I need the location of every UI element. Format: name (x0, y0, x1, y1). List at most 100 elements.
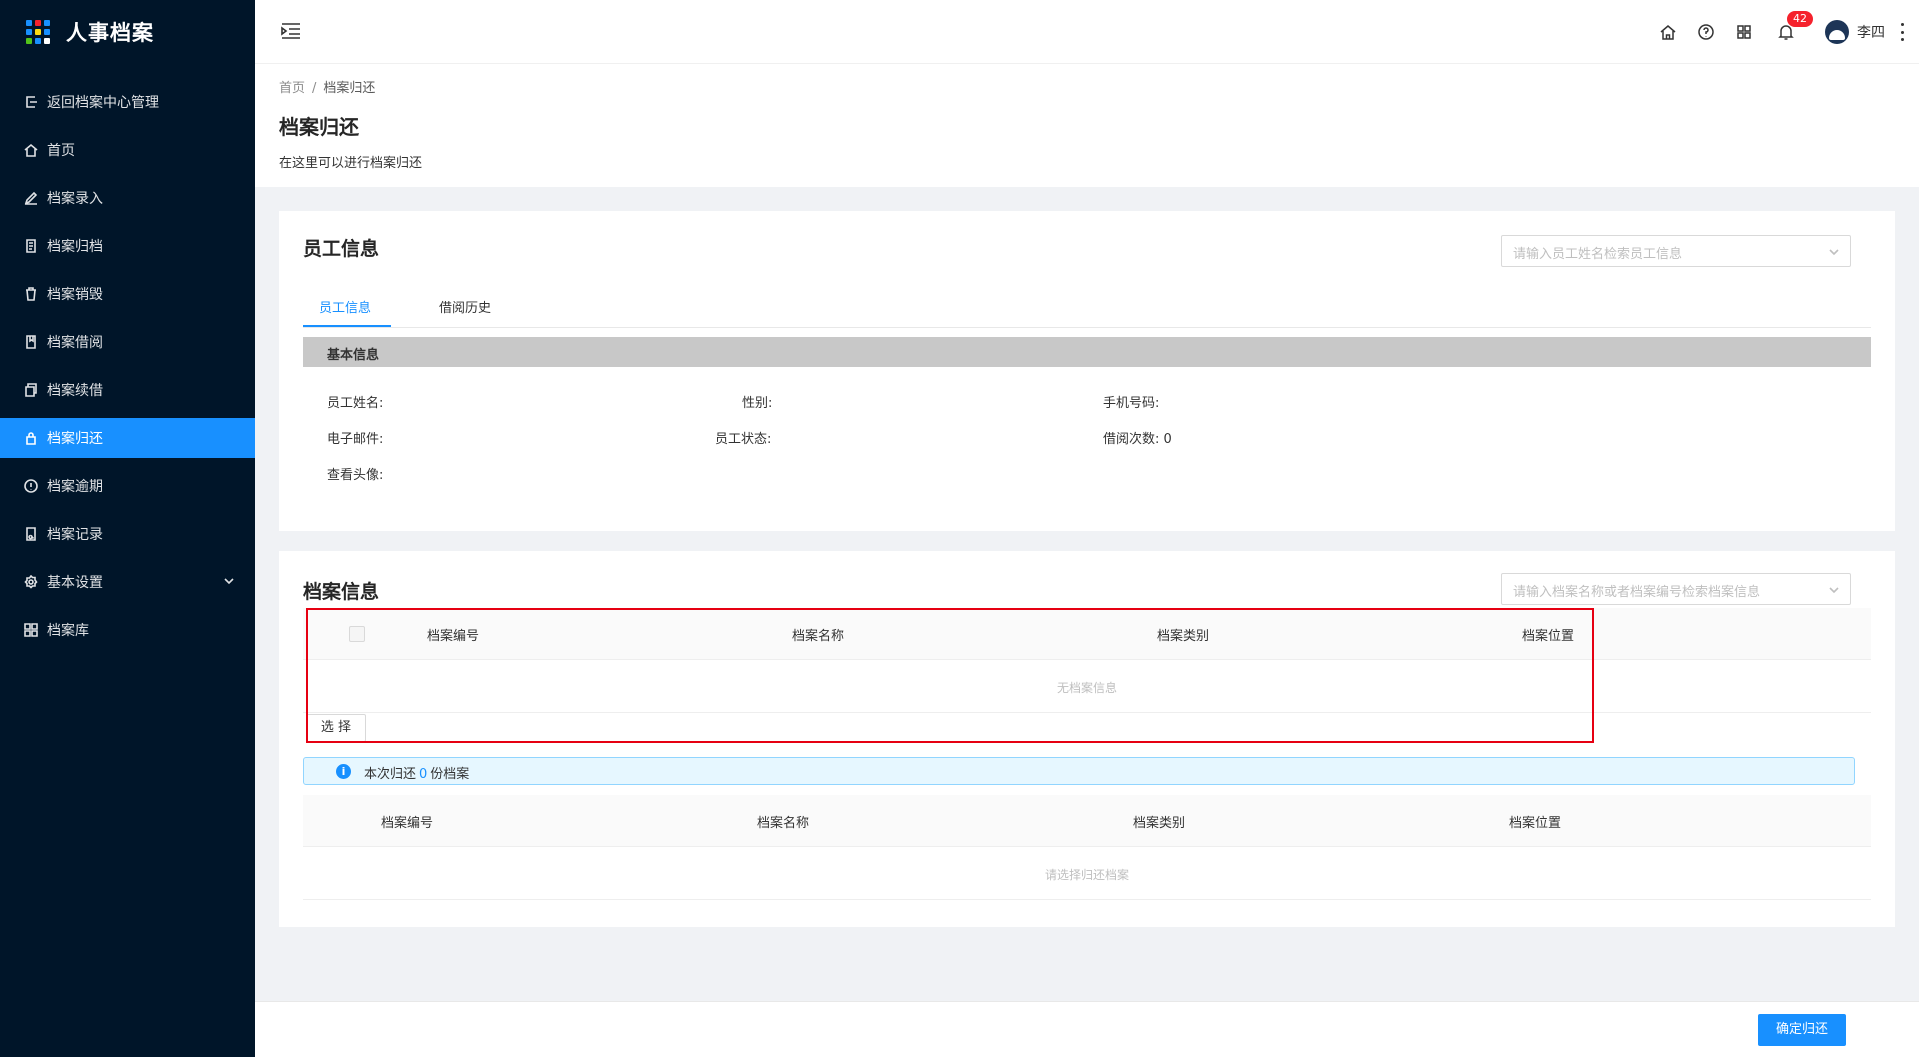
trash-icon (24, 287, 38, 301)
return-count-alert: i 本次归还 0 份档案 (303, 757, 1855, 785)
column-archive-number: 档案编号 (427, 629, 480, 644)
column-archive-category: 档案类别 (1133, 816, 1186, 831)
archive-info-card: 档案信息 请输入档案名称或者档案编号检索档案信息 档案编号 档案名称 档案类别 … (279, 551, 1895, 927)
archive-search-select[interactable]: 请输入档案名称或者档案编号检索档案信息 (1501, 573, 1851, 605)
app-title: 人事档案 (66, 21, 154, 45)
file-search-icon (24, 527, 38, 541)
chevron-down-icon (223, 575, 235, 587)
field-view-avatar[interactable]: 查看头像: (327, 464, 383, 483)
sidebar-item-renew[interactable]: 档案续借 (0, 370, 255, 410)
settings-icon (24, 575, 38, 589)
info-icon: i (336, 764, 351, 779)
sidebar-item-label: 档案逾期 (47, 479, 103, 495)
sidebar-item-label: 档案库 (47, 623, 89, 639)
exit-icon (24, 95, 38, 109)
archive-card-title: 档案信息 (303, 581, 380, 603)
breadcrumb-home[interactable]: 首页 (279, 81, 305, 96)
user-name[interactable]: 李四 (1857, 22, 1885, 42)
sidebar-item-settings[interactable]: 基本设置 (0, 562, 255, 602)
sidebar-menu: 返回档案中心管理 首页 档案录入 档案归档 档案销毁 档案借阅 档案续借 档案归… (0, 82, 255, 650)
sidebar-item-label: 基本设置 (47, 575, 103, 591)
sidebar-item-home[interactable]: 首页 (0, 130, 255, 170)
tab-borrow-history[interactable]: 借阅历史 (439, 297, 491, 316)
header-actions: 42 李四 (1639, 0, 1919, 64)
archive-table-header: 档案编号 档案名称 档案类别 档案位置 (303, 608, 1871, 660)
apps-icon[interactable] (1735, 23, 1753, 41)
field-email: 电子邮件: (327, 432, 384, 447)
sidebar-item-label: 档案销毁 (47, 287, 103, 303)
page-description: 在这里可以进行档案归还 (279, 156, 423, 171)
breadcrumb-current: 档案归还 (323, 81, 376, 96)
employee-tabs: 员工信息 借阅历史 (303, 285, 1871, 328)
sidebar-item-back[interactable]: 返回档案中心管理 (0, 82, 255, 122)
basic-info-header: 基本信息 (303, 337, 1871, 367)
field-employee-status: 员工状态: (715, 432, 772, 447)
sidebar-item-overdue[interactable]: 档案逾期 (0, 466, 255, 506)
tab-employee-info[interactable]: 员工信息 (319, 297, 371, 316)
top-header: 42 李四 (255, 0, 1919, 64)
edit-icon (24, 191, 38, 205)
select-button[interactable]: 选 择 (306, 714, 366, 742)
avatar[interactable] (1825, 20, 1849, 44)
sidebar-item-return[interactable]: 档案归还 (0, 418, 255, 458)
sidebar-item-records[interactable]: 档案记录 (0, 514, 255, 554)
column-archive-category: 档案类别 (1157, 629, 1210, 644)
sidebar-item-filing[interactable]: 档案归档 (0, 226, 255, 266)
page-title: 档案归还 (279, 115, 359, 139)
notification-bell[interactable]: 42 (1777, 10, 1814, 41)
column-archive-location: 档案位置 (1522, 629, 1575, 644)
column-archive-name: 档案名称 (757, 816, 810, 831)
select-all-checkbox[interactable] (349, 626, 365, 642)
sidebar-item-label: 档案录入 (47, 191, 103, 207)
copy-icon (24, 383, 38, 397)
sidebar-item-entry[interactable]: 档案录入 (0, 178, 255, 218)
footer-bar: 确定归还 (255, 1001, 1919, 1057)
sidebar-item-library[interactable]: 档案库 (0, 610, 255, 650)
sidebar-item-label: 首页 (47, 143, 75, 159)
menu-fold-icon[interactable] (281, 22, 301, 40)
sidebar: 人事档案 返回档案中心管理 首页 档案录入 档案归档 档案销毁 档案借阅 档案续… (0, 0, 255, 1057)
book-icon (24, 335, 38, 349)
column-archive-number: 档案编号 (381, 816, 434, 831)
alert-count: 0 (419, 767, 428, 782)
field-phone: 手机号码: (1103, 396, 1160, 411)
borrow-count-value: 0 (1163, 432, 1172, 447)
archive-search-placeholder: 请输入档案名称或者档案编号检索档案信息 (1513, 585, 1761, 600)
notification-badge: 42 (1786, 10, 1814, 28)
appstore-icon (24, 623, 38, 637)
column-archive-name: 档案名称 (792, 629, 845, 644)
lock-icon (24, 431, 38, 445)
file-text-icon (24, 239, 38, 253)
field-borrow-count: 借阅次数: 0 (1103, 428, 1172, 447)
breadcrumb: 首页 / 档案归还 (279, 77, 1895, 96)
field-gender: 性别: (742, 396, 773, 411)
column-archive-location: 档案位置 (1509, 816, 1562, 831)
sidebar-item-label: 档案续借 (47, 383, 103, 399)
return-table-empty: 请选择归还档案 (303, 847, 1871, 900)
home-icon (24, 143, 38, 157)
sidebar-item-label: 档案记录 (47, 527, 103, 543)
sidebar-item-label: 返回档案中心管理 (47, 95, 159, 111)
help-icon[interactable] (1697, 23, 1715, 41)
chevron-down-icon (1828, 584, 1840, 596)
sidebar-item-borrow[interactable]: 档案借阅 (0, 322, 255, 362)
sidebar-item-destroy[interactable]: 档案销毁 (0, 274, 255, 314)
alert-circle-icon (24, 479, 38, 493)
confirm-return-button[interactable]: 确定归还 (1758, 1014, 1846, 1046)
brand: 人事档案 (0, 0, 255, 64)
sidebar-item-label: 档案归档 (47, 239, 103, 255)
employee-card-title: 员工信息 (303, 238, 380, 260)
page-header: 首页 / 档案归还 档案归还 在这里可以进行档案归还 (255, 64, 1919, 187)
employee-info-card: 员工信息 请输入员工姓名检索员工信息 员工信息 借阅历史 基本信息 员工姓名: … (279, 211, 1895, 531)
breadcrumb-separator: / (312, 81, 317, 96)
return-table: 档案编号 档案名称 档案类别 档案位置 请选择归还档案 (303, 795, 1871, 900)
archive-table: 档案编号 档案名称 档案类别 档案位置 无档案信息 (303, 608, 1871, 713)
home-icon[interactable] (1659, 23, 1677, 41)
alert-prefix: 本次归还 (364, 767, 417, 782)
employee-search-select[interactable]: 请输入员工姓名检索员工信息 (1501, 235, 1851, 267)
borrow-count-label: 借阅次数: (1103, 432, 1160, 447)
sidebar-item-label: 档案归还 (47, 431, 103, 447)
alert-suffix: 份档案 (430, 767, 470, 782)
more-vertical-icon[interactable] (1901, 23, 1905, 41)
tab-ink-bar (303, 325, 391, 327)
